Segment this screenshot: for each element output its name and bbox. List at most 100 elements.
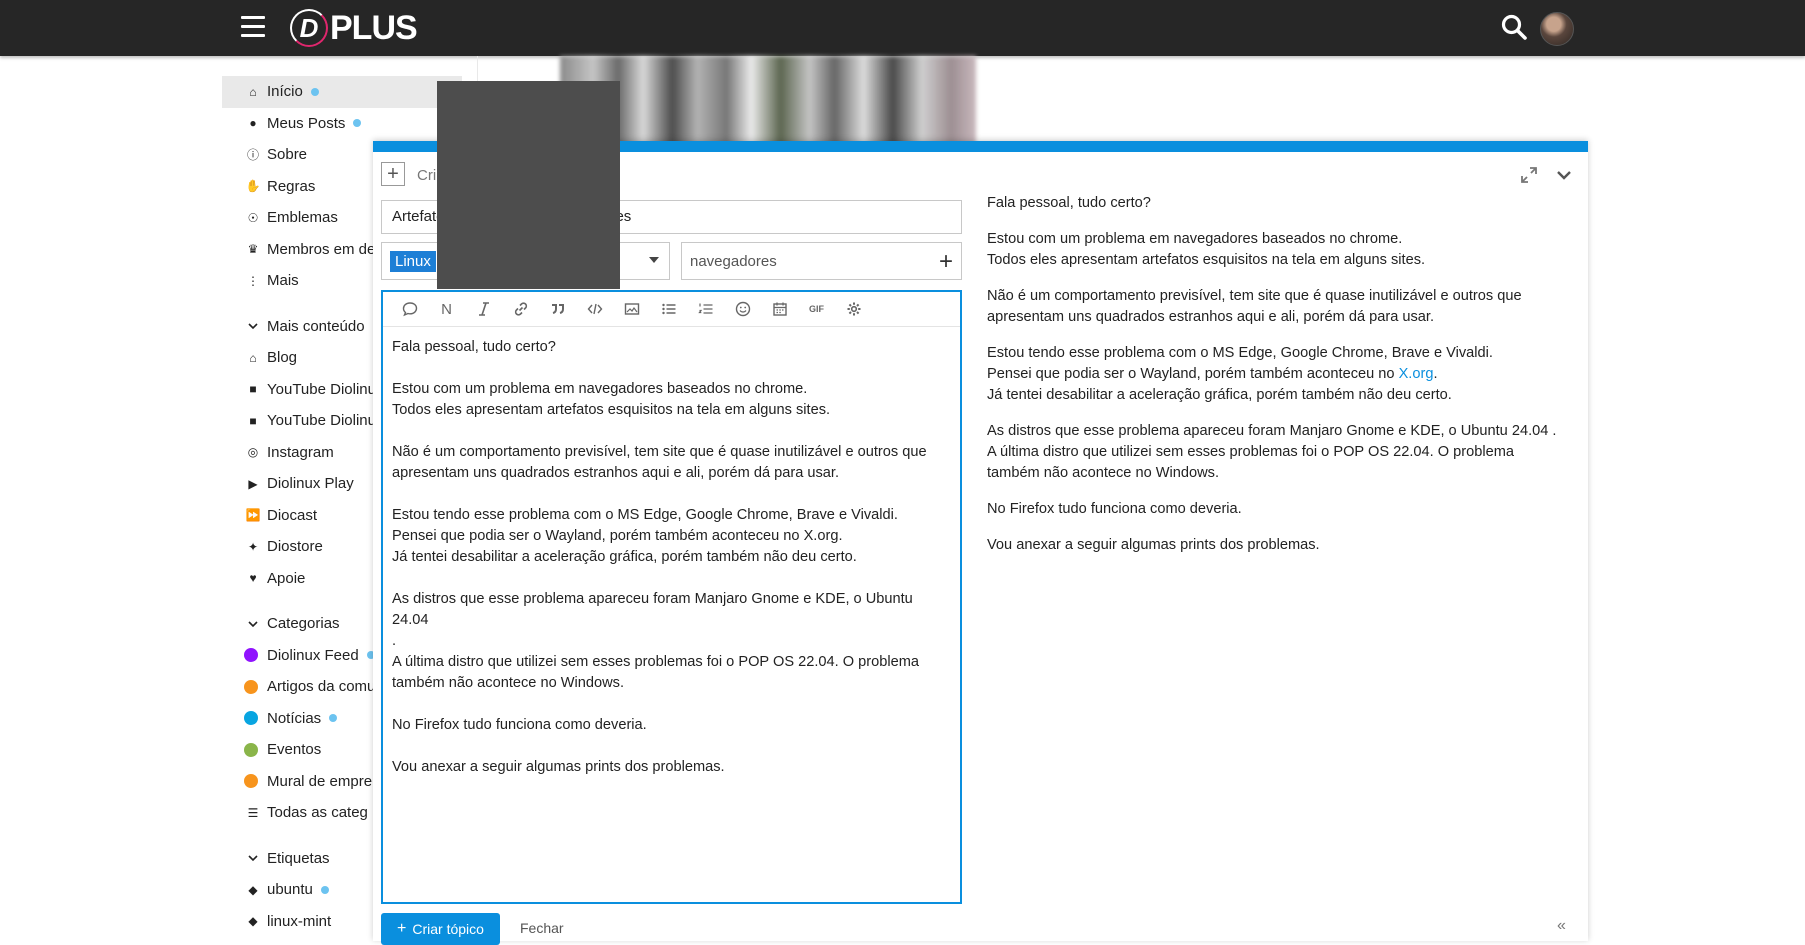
nav-label: YouTube Diolinu [267,380,376,398]
preview-paragraph: Estou com um problema em navegadores bas… [987,231,1426,268]
sparkle-icon: ✦ [247,539,259,554]
logo-text: PLUS [330,8,418,47]
section-heading-label: Mais conteúdo [267,317,365,335]
nav-label: Instagram [267,443,334,461]
editor-textarea[interactable]: Fala pessoal, tudo certo? Estou com um p… [383,327,960,778]
preview-paragraph: As distros que esse problema apareceu fo… [987,423,1557,481]
heading-icon[interactable]: N [428,295,465,323]
tag-chooser[interactable]: navegadores + [681,242,962,280]
nav-label: ubuntu [267,881,313,899]
composer-action-label: Cri [417,167,437,184]
nav-label: Diostore [267,538,323,556]
user-avatar[interactable] [1540,12,1574,46]
nav-label: Início [267,83,303,101]
logo-mark: D [290,9,328,47]
redaction-overlay [437,81,620,289]
nav-label: Blog [267,349,298,367]
forward-icon: ⏩ [245,508,261,523]
list-icon: ☰ [247,805,259,820]
unread-dot [329,714,338,723]
sidebar-item[interactable]: ● Meus Posts [222,108,462,140]
preview-paragraph: Estou tendo esse problema com o MS Edge,… [987,343,1577,406]
code-icon[interactable] [576,295,613,323]
crown-icon: ♛ [247,242,259,257]
chevron-down-icon [246,311,260,343]
nav-label: Mural de empre [267,772,373,790]
site-logo[interactable]: D PLUS [290,8,418,48]
hamburger-menu-icon[interactable] [241,16,265,38]
gif-icon-label: GIF [809,304,824,314]
section-heading-label: Categorias [267,615,340,633]
create-topic-label: Criar tópico [412,921,484,937]
italic-icon[interactable] [465,295,502,323]
heart-icon: ♥ [249,571,257,586]
nav-label: Diolinux Play [267,475,354,493]
category-badge: Linux [390,250,436,272]
quote-bubble-icon[interactable] [391,295,428,323]
numbered-list-icon[interactable] [687,295,724,323]
handshake-icon: ✋ [245,179,261,194]
nav-label: Diocast [267,506,318,524]
gif-icon[interactable]: GIF [798,295,835,323]
unread-dot [320,885,329,894]
plus-icon: + [397,920,407,937]
composer-action-button[interactable]: + [381,162,405,186]
section-heading-label: Etiquetas [267,849,330,867]
link-icon[interactable] [502,295,539,323]
play-icon: ▶ [248,476,258,491]
fullscreen-icon[interactable] [1519,165,1539,185]
preview-paragraph: Fala pessoal, tudo certo? [987,195,1151,211]
preview-paragraph: Vou anexar a seguir algumas prints dos p… [987,537,1320,553]
category-color-dot [244,742,258,757]
editor-toolbar: N GIF [383,292,960,327]
nav-label: Regras [267,177,316,195]
nav-label: Eventos [267,741,322,759]
image-icon[interactable] [613,295,650,323]
nav-label: Artigos da comu [267,678,376,696]
caret-down-icon [649,257,659,263]
top-header: D PLUS [0,0,1805,56]
blockquote-icon[interactable] [539,295,576,323]
instagram-icon: ◎ [247,445,259,460]
emoji-icon[interactable] [724,295,761,323]
preview-pane: Fala pessoal, tudo certo? Estou com um p… [987,193,1577,571]
nav-label: Mais [267,272,299,290]
category-color-dot [244,679,258,694]
gear-icon[interactable] [835,295,872,323]
close-composer-link[interactable]: Fechar [520,920,564,936]
nav-label: Emblemas [267,209,338,227]
video-icon: ■ [249,413,257,428]
chevron-down-icon[interactable] [1554,165,1574,185]
bullet-list-icon[interactable] [650,295,687,323]
nav-label: linux-mint [267,912,332,930]
chevron-down-icon [246,608,260,640]
chevron-down-icon [246,843,260,875]
nav-label: Diolinux Feed [267,646,359,664]
nav-label: Todas as categ [267,804,368,822]
unread-dot [310,87,319,96]
create-topic-button[interactable]: + Criar tópico [381,913,500,945]
more-vertical-icon: ⋮ [247,273,259,288]
collapse-preview-icon[interactable]: « [1557,917,1566,935]
calendar-icon[interactable] [761,295,798,323]
video-icon: ■ [249,382,257,397]
info-icon: ⓘ [246,148,259,163]
preview-paragraph: Não é um comportamento previsível, tem s… [987,288,1522,325]
plus-icon[interactable]: + [939,248,953,276]
search-icon[interactable] [1500,13,1528,41]
nav-label: Meus Posts [267,114,346,132]
preview-link[interactable]: X.org [1399,366,1434,382]
category-color-dot [244,648,258,663]
nav-label: Apoie [267,569,306,587]
nav-label: Notícias [267,709,322,727]
medal-icon: ☉ [247,210,259,225]
preview-paragraph: No Firefox tudo funciona como deveria. [987,501,1242,517]
heading-icon-label: N [441,300,452,318]
sidebar-item[interactable]: ⌂ Início [222,76,462,108]
category-color-dot [244,774,258,789]
tag-icon: ◆ [248,914,258,929]
unread-dot [353,119,362,128]
nav-label: Sobre [267,146,308,164]
tag-value: navegadores [690,252,777,270]
background-post-image [560,56,976,146]
